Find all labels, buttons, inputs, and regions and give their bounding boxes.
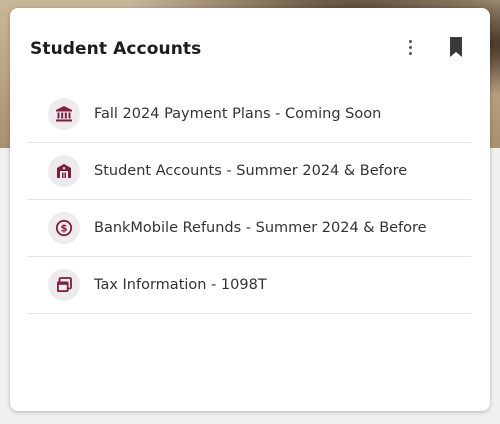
svg-text:$: $ — [61, 224, 68, 235]
bank-icon — [48, 98, 80, 130]
item-label: Tax Information - 1098T — [94, 277, 267, 293]
student-accounts-card: Student Accounts Fall 2024 Payment Plans… — [10, 8, 490, 411]
document-stack-icon — [48, 269, 80, 301]
item-label: Student Accounts - Summer 2024 & Before — [94, 163, 408, 179]
link-list: Fall 2024 Payment Plans - Coming Soon St… — [28, 86, 471, 314]
dollar-circle-icon: $ — [48, 212, 80, 244]
card-title: Student Accounts — [30, 39, 202, 59]
item-label: BankMobile Refunds - Summer 2024 & Befor… — [94, 220, 427, 236]
list-item-bankmobile-refunds[interactable]: $ BankMobile Refunds - Summer 2024 & Bef… — [28, 200, 471, 257]
building-icon — [48, 155, 80, 187]
item-label: Fall 2024 Payment Plans - Coming Soon — [94, 106, 382, 122]
bookmark-icon[interactable] — [448, 36, 464, 58]
list-item-payment-plans[interactable]: Fall 2024 Payment Plans - Coming Soon — [28, 86, 471, 143]
list-item-student-accounts[interactable]: Student Accounts - Summer 2024 & Before — [28, 143, 471, 200]
list-item-tax-information[interactable]: Tax Information - 1098T — [28, 257, 471, 314]
more-vert-icon[interactable] — [402, 35, 418, 59]
